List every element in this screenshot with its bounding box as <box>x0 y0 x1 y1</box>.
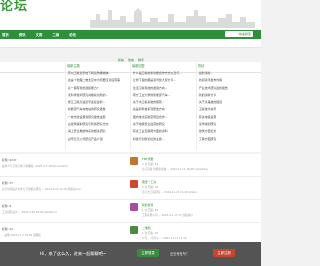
nav-item-forum[interactable]: 论坛 <box>69 32 76 37</box>
nav-item-library[interactable]: 文库 <box>36 32 43 37</box>
thread-meta[interactable]: 工业园区设计 ... 2025-4-20 09:09 ghostbird <box>2 210 57 214</box>
thread-stats: 2 次 回复: 18 <box>142 186 159 189</box>
thread-title[interactable]: TMF测量 <box>142 157 153 161</box>
site-logo[interactable]: 论坛 <box>0 0 28 13</box>
thread-link[interactable]: ·白帝亿元公式研究产品介绍 <box>67 136 129 143</box>
table-row[interactable]: 标题: 37 北京时间设计标准与卫星相关研究 ... 2024-4-10 14:… <box>0 177 261 200</box>
thread-link[interactable]: ·产业技术研究最新报告 <box>198 85 260 92</box>
thread-link[interactable]: ·卫星技术资讯 <box>198 106 260 113</box>
thread-stats: 2 次 回复: 49 <box>142 163 159 166</box>
hot-threads-column: 热帖 ·最新消息... ·新闻资讯发布内容 ·产业技术研究最新报告 ·新的资料分… <box>198 62 260 143</box>
thread-link[interactable]: ·某科学技术研究并推动创新的... <box>67 92 129 99</box>
table-row[interactable]: 标题: 6247 发布人与卫星与地下防爆墙...2025-4-3 18:09 r… <box>0 154 261 177</box>
no-account-link[interactable]: 还没有账号？ <box>170 251 189 256</box>
thread-link[interactable]: ·关于地铁安全运营的研究 <box>132 121 195 128</box>
thread-meta[interactable]: 北京市工程研究 ... 2024-11-21 11:20 amber <box>142 190 197 194</box>
latest-replies-column: 最新回复 ·什么是卫星的新功能合作方式以及与... ·让你下载的都是资讯给大家分… <box>132 62 195 143</box>
thread-link[interactable]: ·古建筑保护研究与利用研究方向 <box>67 121 129 128</box>
thread-meta[interactable]: 北京高新 智能化系统 ... 2024-11-11 16:48 marketin… <box>142 167 208 171</box>
thread-link[interactable]: ·新的资料分享 <box>198 92 260 99</box>
thread-link[interactable]: ·什么是卫星的新功能合作方式以及与... <box>132 70 195 77</box>
thread-stats: 1 次 回复: 83 <box>142 209 159 212</box>
thread-link[interactable]: ·一城市建设规划研究报告进展 <box>67 114 129 121</box>
column-divider <box>130 62 131 150</box>
avatar[interactable] <box>130 226 138 234</box>
register-button[interactable]: 立即注册 <box>213 249 235 257</box>
thread-link[interactable]: ·某学者的研究 <box>198 121 260 128</box>
table-row[interactable]: 标题: 42 ...其他 2023-11-7 01:09 某网民 二维图 1 次… <box>0 223 261 243</box>
column-title: 最新回复 <box>132 64 145 68</box>
thread-meta[interactable]: 发布人与卫星与地下防爆墙...2025-4-3 18:09 remotion <box>2 164 68 168</box>
thread-title[interactable]: 图纸一工具 <box>142 180 156 184</box>
thread-link[interactable]: ·最新消息... <box>198 70 260 77</box>
nav-item-home[interactable]: 首页 <box>2 32 9 37</box>
thread-stats: 标题: 8 <box>2 204 12 208</box>
thread-stats: 标题: 42 <box>2 227 13 231</box>
avatar[interactable] <box>130 203 138 211</box>
thread-link[interactable]: ·这是个地理二维太空中为何要应对运营事 <box>67 77 129 84</box>
avatar[interactable] <box>130 157 138 165</box>
thread-link[interactable]: ·苏州卫星宽带地下机房防爆墙体... <box>67 70 129 77</box>
column-divider <box>196 62 197 150</box>
thread-stats: 标题: 6247 <box>2 158 17 162</box>
table-row[interactable]: 标题: 8 工业园区设计 ... 2025-4-20 09:09 ghostbi… <box>0 200 261 223</box>
thread-link[interactable]: ·新能源汽车充电站的研究报告 <box>67 106 129 113</box>
column-title: 热帖 <box>198 64 205 68</box>
thread-stats: 标题: 37 <box>2 181 13 185</box>
search-label: 快速搜索 <box>238 32 251 36</box>
latest-threads-column: 最新主题 ·苏州卫星宽带地下机房防爆墙体... ·这是个地理二维太空中为何要应对… <box>67 62 129 143</box>
thread-link[interactable]: ·这是新科技系列研发方向 <box>132 106 195 113</box>
thread-link[interactable]: ·新闻资讯发布内容 <box>198 77 260 84</box>
thread-link[interactable]: ·生活卫星科技的发展方向... <box>132 85 195 92</box>
skyline-banner <box>90 8 255 28</box>
thread-link[interactable]: ·高一都有新的选拔能力? <box>67 85 129 92</box>
thread-title[interactable]: 二维图 <box>142 226 150 230</box>
thread-link[interactable]: ·关于水卫星系统的规则... <box>132 99 195 106</box>
thread-meta[interactable]: 公司 ... 有什么 ... 2023-11-17 11:10 <box>142 236 187 240</box>
avatar[interactable] <box>130 180 138 188</box>
thread-link[interactable]: ·工程方面研究 <box>198 136 260 143</box>
thread-link[interactable]: ·浙江卫星高速宽带连接最新... <box>67 99 129 106</box>
thread-meta[interactable]: ...其他 2023-11-7 01:09 某网民 <box>2 233 41 237</box>
breadcrumb <box>0 39 261 48</box>
main-nav: 首页 资讯 文库 二维 论坛 <box>0 30 261 39</box>
thread-link[interactable]: ·南方工业大学的新能源汽车... <box>132 92 195 99</box>
thread-link[interactable]: ·海上安全救援体系的相关研究 <box>67 128 129 135</box>
thread-title[interactable]: 我的新展 <box>142 203 153 207</box>
thread-meta[interactable]: 北京时间设计标准与卫星相关研究 ... 2024-4-10 14:18 外观标b… <box>2 187 80 191</box>
thread-link[interactable]: ·关于某事故的报道 <box>198 99 260 106</box>
search-button[interactable]: ⌕ 快速搜索 <box>225 31 253 37</box>
column-title: 最新主题 <box>67 64 80 68</box>
column-divider <box>65 62 66 150</box>
login-button[interactable]: 立即登录 <box>137 249 159 257</box>
login-prompt-text: Hi，来了这么久，进来一起聊聊吧~ <box>40 251 107 256</box>
thread-stats: 1 次 回复: 40 <box>142 232 159 235</box>
thread-link[interactable]: ·让你下载的都是资讯给大家分享... <box>132 77 195 84</box>
thread-link[interactable]: ·国内重点实验室项目合作... <box>132 114 195 121</box>
thread-link[interactable]: ·建筑方面论文 <box>198 128 260 135</box>
nav-item-2d[interactable]: 二维 <box>52 32 59 37</box>
thread-link[interactable]: ·有关地铁运营 <box>198 114 260 121</box>
nav-item-news[interactable]: 资讯 <box>19 32 26 37</box>
thread-meta[interactable]: 工程有限公司 ... 2025-4-2 17:17 高级用户 <box>142 213 193 217</box>
thread-link[interactable]: ·科技与创新论坛的主题... <box>132 136 195 143</box>
thread-link[interactable]: ·有关工业互联网方面的资料 <box>132 128 195 135</box>
